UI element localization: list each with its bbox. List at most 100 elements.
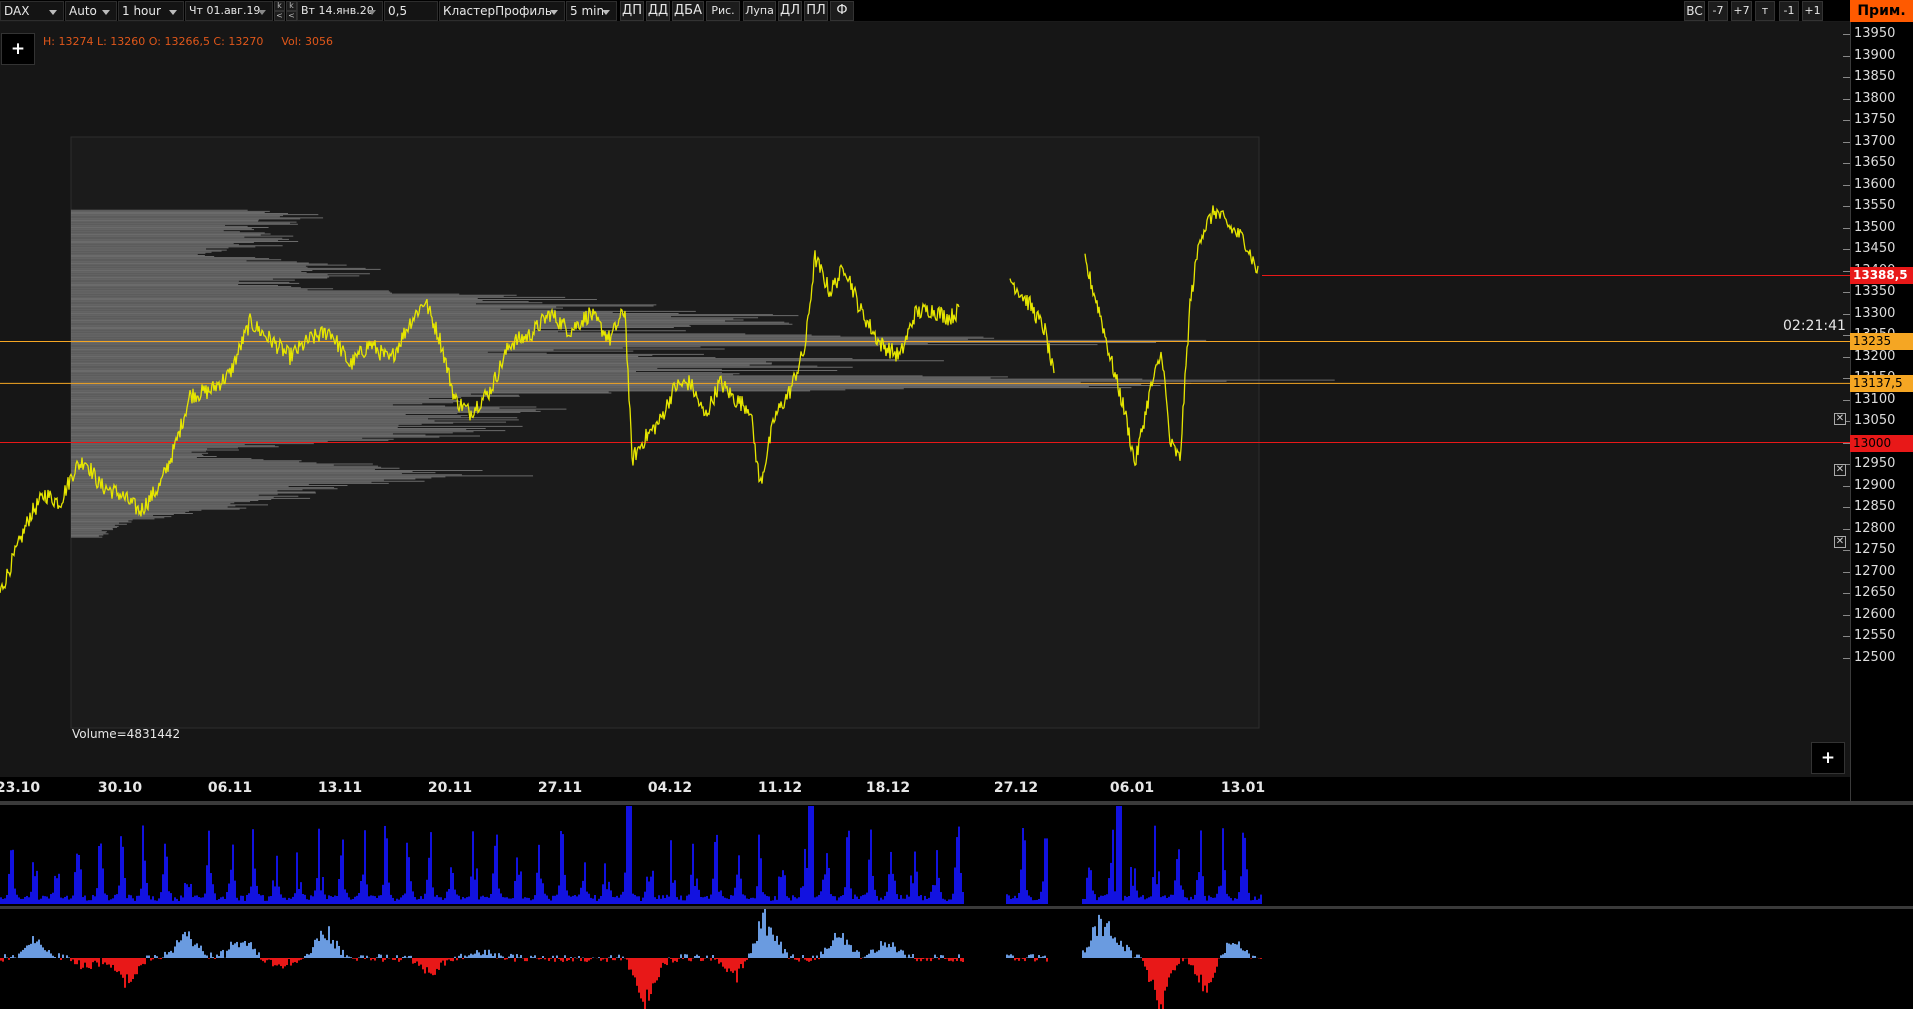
- pl-button[interactable]: ПЛ: [804, 1, 828, 21]
- delta-bar: [1098, 914, 1100, 958]
- volume-bar: [790, 900, 792, 904]
- volume-bar: [956, 837, 958, 904]
- delta-bar: [36, 941, 38, 958]
- volume-bar: [348, 897, 350, 904]
- delta-bar: [312, 947, 314, 958]
- volume-bar: [160, 892, 162, 904]
- delta-bar: [764, 909, 766, 958]
- volume-bar: [1120, 806, 1122, 904]
- date-from-picker[interactable]: Чт 01.авг.19: [185, 1, 273, 21]
- nav-up-small-button[interactable]: k: [274, 1, 285, 11]
- note-button[interactable]: Прим.: [1850, 0, 1913, 22]
- draw-button[interactable]: Рис.: [706, 1, 740, 21]
- volume-bar: [1044, 838, 1046, 904]
- volume-bar: [672, 882, 674, 904]
- volume-bar: [610, 890, 612, 904]
- dd-button[interactable]: ДД: [646, 1, 670, 21]
- delta-bar: [916, 958, 918, 962]
- delta-bar: [112, 958, 114, 965]
- volume-bar: [1088, 867, 1090, 904]
- volume-bar: [1204, 895, 1206, 904]
- minus1-button[interactable]: -1: [1779, 1, 1799, 21]
- volume-bar: [830, 894, 832, 904]
- delta-bar: [460, 953, 462, 958]
- volume-bar: [494, 845, 496, 904]
- volume-bar: [1046, 838, 1048, 904]
- volume-bar: [362, 874, 364, 904]
- add-panel-button[interactable]: +: [1811, 742, 1845, 774]
- dba-button[interactable]: ДБА: [672, 1, 704, 21]
- delta-bar: [684, 954, 686, 958]
- remove-level-icon[interactable]: ✕: [1834, 413, 1846, 425]
- date-to-picker[interactable]: Вт 14.янв.20: [297, 1, 383, 21]
- price-chart-canvas[interactable]: [0, 22, 1850, 777]
- volume-bar: [92, 895, 94, 904]
- volume-bar: [452, 872, 454, 904]
- add-indicator-button[interactable]: +: [1, 33, 35, 65]
- nav-up-small-button-2[interactable]: k: [286, 1, 297, 11]
- delta-bar: [584, 958, 586, 962]
- delta-bar: [754, 943, 756, 958]
- volume-bar: [814, 897, 816, 904]
- magnifier-button[interactable]: Лупа: [743, 1, 776, 21]
- delta-bar: [542, 956, 544, 958]
- volume-bar: [918, 896, 920, 904]
- remove-level-icon[interactable]: ✕: [1834, 536, 1846, 548]
- delta-bar: [346, 955, 348, 958]
- price-tick-mark: [1843, 571, 1850, 573]
- plus7-button[interactable]: +7: [1731, 1, 1752, 21]
- volume-bar: [926, 898, 928, 904]
- plus1-button[interactable]: +1: [1802, 1, 1823, 21]
- volume-bar: [1170, 894, 1172, 904]
- volume-bar: [490, 893, 492, 904]
- delta-bar: [152, 958, 154, 960]
- volume-bar: [932, 885, 934, 904]
- delta-bar: [538, 958, 540, 960]
- delta-bar: [772, 934, 774, 958]
- volume-bar: [1214, 897, 1216, 904]
- delta-bar: [10, 957, 12, 958]
- delta-bar: [620, 958, 622, 961]
- delta-bar: [666, 958, 668, 966]
- delta-bar: [1238, 941, 1240, 958]
- dl-button[interactable]: ДЛ: [778, 1, 802, 21]
- price-tick-mark: [1843, 184, 1850, 186]
- volume-bar: [1100, 895, 1102, 904]
- symbol-select[interactable]: DAX: [0, 1, 64, 21]
- volume-bar: [288, 897, 290, 904]
- scale-mode-select[interactable]: Auto: [65, 1, 117, 21]
- nav-left-small-button-2[interactable]: <: [286, 11, 297, 21]
- volume-bar: [592, 898, 594, 904]
- delta-bar: [212, 957, 214, 958]
- cluster-period-select[interactable]: 5 min: [566, 1, 617, 21]
- delta-bar: [774, 940, 776, 958]
- timeframe-select[interactable]: 1 hour: [118, 1, 184, 21]
- delta-bar: [1214, 958, 1216, 973]
- volume-bar: [152, 896, 154, 904]
- volume-bar: [70, 898, 72, 904]
- volume-bar: [858, 899, 860, 904]
- chart-type-select[interactable]: КластерПрофиль: [439, 1, 565, 21]
- delta-bar: [26, 945, 28, 958]
- minus7-button[interactable]: -7: [1708, 1, 1728, 21]
- date-axis[interactable]: [0, 777, 1850, 801]
- delta-bar: [4, 954, 6, 958]
- vs-button[interactable]: ВС: [1684, 1, 1705, 21]
- delta-bar: [652, 958, 654, 984]
- dp-button[interactable]: ДП: [620, 1, 644, 21]
- volume-bar: [656, 898, 658, 904]
- volume-bar: [626, 806, 628, 904]
- volume-bar: [12, 849, 14, 904]
- volume-bar: [1194, 894, 1196, 904]
- delta-bar: [338, 945, 340, 958]
- tick-size-input[interactable]: 0,5: [384, 1, 438, 21]
- delta-bar: [356, 958, 358, 961]
- volume-bar: [6, 894, 8, 904]
- remove-level-icon[interactable]: ✕: [1834, 464, 1846, 476]
- t-button[interactable]: т: [1755, 1, 1775, 21]
- filter-button[interactable]: Ф: [830, 1, 854, 21]
- volume-bar: [302, 894, 304, 904]
- delta-bar: [470, 953, 472, 958]
- delta-bar: [642, 958, 644, 1002]
- nav-left-small-button[interactable]: <: [274, 11, 285, 21]
